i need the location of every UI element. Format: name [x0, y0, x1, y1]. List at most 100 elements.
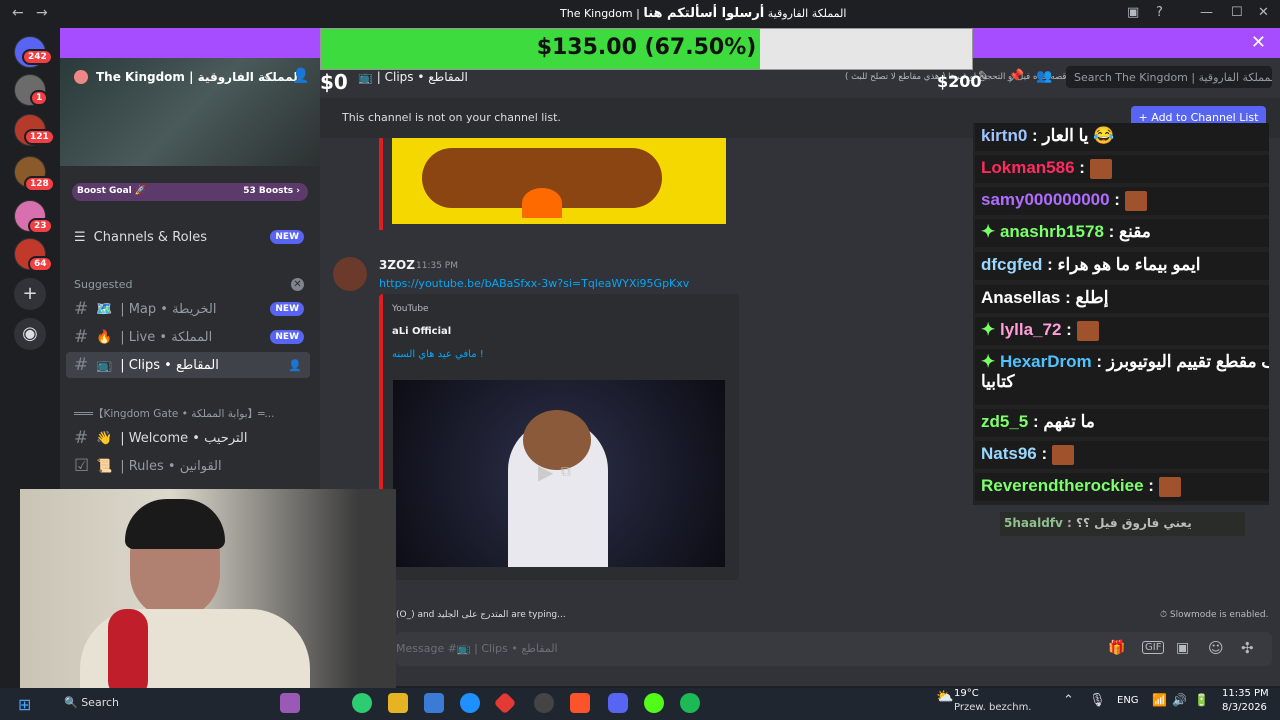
overlay-chat-message: ايمو بيماء ما هو هراء [1057, 255, 1201, 274]
taskbar-app-icon[interactable] [352, 693, 372, 713]
store-icon[interactable] [424, 693, 444, 713]
sidebar-item-map[interactable]: # 🗺️ | Map • الخريطة NEW [72, 296, 312, 322]
overlay-chat-row: Nats96 : [975, 441, 1269, 469]
message-link[interactable]: https://youtube.be/bABaSfxx-3w?si=TqleaW… [379, 277, 689, 290]
avatar[interactable] [333, 257, 367, 291]
unread-badge: 64 [28, 256, 53, 272]
channel-label: | Welcome • الترحيب [120, 430, 248, 446]
forward-arrow-icon[interactable]: → [36, 5, 48, 21]
overlay-chat-message: مقنع [1119, 222, 1151, 241]
volume-icon[interactable]: 🔊 [1172, 693, 1187, 707]
sidebar-item-welcome[interactable]: # 👋 | Welcome • الترحيب [72, 425, 312, 451]
wifi-icon[interactable]: 📶 [1152, 693, 1167, 707]
gift-icon[interactable]: 🎁 [1108, 640, 1125, 656]
wave-icon: 👋 [96, 430, 113, 446]
previous-embed-image[interactable] [392, 138, 726, 224]
separator: : [1074, 158, 1090, 177]
apps-icon[interactable]: ✣ [1241, 639, 1254, 657]
separator: : [1028, 412, 1044, 431]
fire-icon: 🔥 [96, 329, 113, 345]
sub-badge-icon: ✦ [981, 320, 1000, 339]
search-input[interactable]: Search The Kingdom | المملكة الفاروقية [1066, 66, 1272, 88]
help-app-icon[interactable] [460, 693, 480, 713]
windows-start-icon[interactable]: ⊞ [18, 695, 31, 714]
server-header[interactable]: The Kingdom | المملكة الفاروقية ⌄ 👤 [60, 58, 320, 166]
brave-icon[interactable] [570, 693, 590, 713]
maximize-icon[interactable]: ☐ [1231, 5, 1243, 20]
language-indicator[interactable]: ENG [1117, 695, 1139, 706]
inbox-icon[interactable]: ▣ [1127, 5, 1139, 20]
taskbar-app-icon[interactable] [644, 693, 664, 713]
sidebar-item-rules[interactable]: ☑ 📜 | Rules • القوانين [72, 453, 312, 479]
overlay-chat-row: ✦ anashrb1578 : مقنع [975, 219, 1269, 247]
battery-icon[interactable]: 🔋 [1194, 693, 1209, 707]
clock-date[interactable]: 8/3/2026 [1222, 702, 1267, 713]
embed-title[interactable]: مافي عيد هاي السنه ! [392, 349, 484, 360]
play-icon[interactable]: ▶ [538, 460, 553, 484]
separator: : [1091, 352, 1107, 371]
category-kingdom-gate[interactable]: ═══【Kingdom Gate • بوابة المملكة】═... [72, 400, 312, 426]
back-arrow-icon[interactable]: ← [12, 5, 24, 21]
channels-roles-label: Channels & Roles [93, 229, 207, 245]
add-member-icon[interactable]: 👤 [288, 359, 302, 372]
tv-icon: 📺 [96, 357, 113, 373]
close-banner-icon[interactable]: ✕ [1251, 32, 1266, 53]
emote-icon [1051, 444, 1074, 465]
donation-min: $0 [320, 70, 348, 94]
emote-icon [1124, 190, 1147, 211]
discord-icon[interactable] [608, 693, 628, 713]
message-composer[interactable]: Message #📺 | Clips • المقاطع 🎁 GIF ▣ ☺ ✣ [396, 632, 1272, 666]
separator: : [1103, 222, 1120, 241]
scroll-icon: 📜 [96, 458, 113, 474]
separator: : [1060, 288, 1076, 307]
face-thumbnail [523, 410, 591, 470]
separator: : [1109, 190, 1125, 209]
weather-icon[interactable]: ⛅ [936, 689, 953, 705]
channels-roles-item[interactable]: ☰ Channels & Roles NEW [72, 224, 312, 250]
overlay-chat-row: Lokman586 : [975, 155, 1269, 183]
boost-goal-bar[interactable]: Boost Goal 🚀 53 Boosts › [72, 183, 308, 201]
microphone-icon[interactable]: 🎙 [1089, 693, 1106, 708]
youtube-embed: YouTube aLi Official مافي عيد هاي السنه … [379, 294, 739, 580]
help-icon[interactable]: ? [1156, 5, 1163, 20]
sidebar-item-live[interactable]: # 🔥 | Live • المملكة NEW [72, 324, 312, 350]
message-time: 11:35 PM [416, 261, 458, 271]
suggested-header: Suggested ✕ [72, 271, 312, 297]
boost-count: 53 Boosts › [243, 186, 300, 196]
minimize-icon[interactable]: — [1200, 5, 1213, 20]
clock-time[interactable]: 11:35 PM [1222, 688, 1269, 699]
spotify-icon[interactable] [680, 693, 700, 713]
taskbar-app-icon[interactable] [534, 693, 554, 713]
chevron-down-icon[interactable]: ⌄ [262, 68, 272, 82]
map-icon: 🗺️ [96, 301, 113, 317]
overlay-chat-row: Anasellas : إطلع [975, 285, 1269, 313]
close-icon[interactable]: ✕ [291, 277, 304, 291]
invite-icon[interactable]: 👤 [292, 68, 309, 84]
folder-icon[interactable] [388, 693, 408, 713]
list-icon: ☰ [74, 229, 86, 245]
overlay-chat-message: شوف مقطع تقييم اليوتيوبرز [1106, 352, 1269, 371]
add-server-icon[interactable]: + [14, 278, 46, 310]
pin-icon[interactable]: 📌 [1008, 69, 1024, 84]
video-thumbnail[interactable]: ▶ ⧉ [393, 380, 725, 567]
suggested-label: Suggested [74, 277, 133, 291]
open-external-icon[interactable]: ⧉ [561, 464, 571, 480]
members-icon[interactable]: 👥 [1036, 69, 1052, 84]
embed-author[interactable]: aLi Official [392, 326, 451, 337]
emoji-icon[interactable]: ☺ [1208, 639, 1224, 657]
close-window-icon[interactable]: ✕ [1258, 5, 1269, 20]
new-badge: NEW [270, 330, 304, 344]
message-author[interactable]: 3ZOZ [379, 258, 415, 272]
category-label: ═══【Kingdom Gate • بوابة المملكة】═... [74, 407, 275, 420]
sub-badge-icon: ✦ [981, 352, 1000, 371]
overlay-chat-row: ✦ lylla_72 : [975, 317, 1269, 345]
sidebar-item-clips[interactable]: # 📺 | Clips • المقاطع 👤 [66, 352, 310, 378]
discover-icon[interactable]: ◉ [14, 318, 46, 350]
hash-icon: # [74, 428, 89, 448]
sticker-icon[interactable]: ▣ [1176, 640, 1189, 656]
separator: : [1061, 320, 1077, 339]
chevron-up-icon[interactable]: ⌃ [1063, 693, 1074, 708]
taskbar-app-icon[interactable] [280, 693, 300, 713]
taskbar-search[interactable]: 🔍 Search [64, 696, 119, 709]
gif-icon[interactable]: GIF [1142, 641, 1165, 654]
